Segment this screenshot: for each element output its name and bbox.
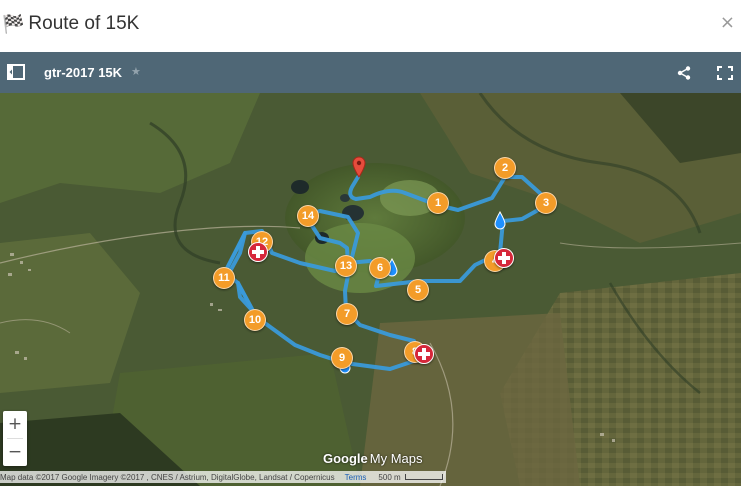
checkpoint-marker-11[interactable]: 11 [213,267,235,289]
legend-toggle-icon[interactable] [7,64,25,80]
share-icon[interactable] [677,66,691,80]
zoom-in-button[interactable]: + [3,411,27,438]
close-button[interactable]: × [720,12,735,33]
checkpoint-marker-7[interactable]: 7 [336,303,358,325]
fullscreen-icon[interactable] [717,66,733,80]
terms-link[interactable]: Terms [345,473,367,482]
google-logo-text: Google [323,451,368,466]
water-station-icon[interactable] [494,211,506,231]
dialog-title: 🏁 Route of 15K [2,13,139,35]
scale-label: 500 m [378,472,401,482]
map-title: gtr-2017 15K [44,65,123,80]
map-canvas[interactable] [0,93,741,486]
checkpoint-marker-13[interactable]: 13 [335,255,357,277]
zoom-out-button[interactable]: − [3,439,27,466]
checkpoint-marker-14[interactable]: 14 [297,205,319,227]
checkpoint-marker-2[interactable]: 2 [494,157,516,179]
aid-station-icon[interactable] [414,344,434,364]
map-toolbar: gtr-2017 15K ★ [0,52,741,93]
checkpoint-marker-3[interactable]: 3 [535,192,557,214]
aid-station-icon[interactable] [248,242,268,262]
checkpoint-marker-9[interactable]: 9 [331,347,353,369]
google-mymaps-logo: Google My Maps [323,451,423,466]
zoom-control: + − [3,411,27,466]
map-attribution: Map data ©2017 Google Imagery ©2017 , CN… [0,471,446,483]
attribution-text: Map data ©2017 Google Imagery ©2017 , CN… [0,472,335,482]
dialog-header: 🏁 Route of 15K × [0,0,741,52]
satellite-imagery [0,93,741,486]
start-pin-icon[interactable] [352,156,366,178]
checkpoint-marker-10[interactable]: 10 [244,309,266,331]
dialog-title-text: Route of 15K [28,13,140,34]
checkpoint-marker-6[interactable]: 6 [369,257,391,279]
aid-station-icon[interactable] [494,248,514,268]
mymaps-logo-text: My Maps [369,451,423,466]
scale-bar [404,474,443,480]
star-icon[interactable]: ★ [131,65,141,78]
checkpoint-marker-1[interactable]: 1 [427,192,449,214]
checkered-flag-icon: 🏁 [2,14,25,34]
checkpoint-marker-5[interactable]: 5 [407,279,429,301]
